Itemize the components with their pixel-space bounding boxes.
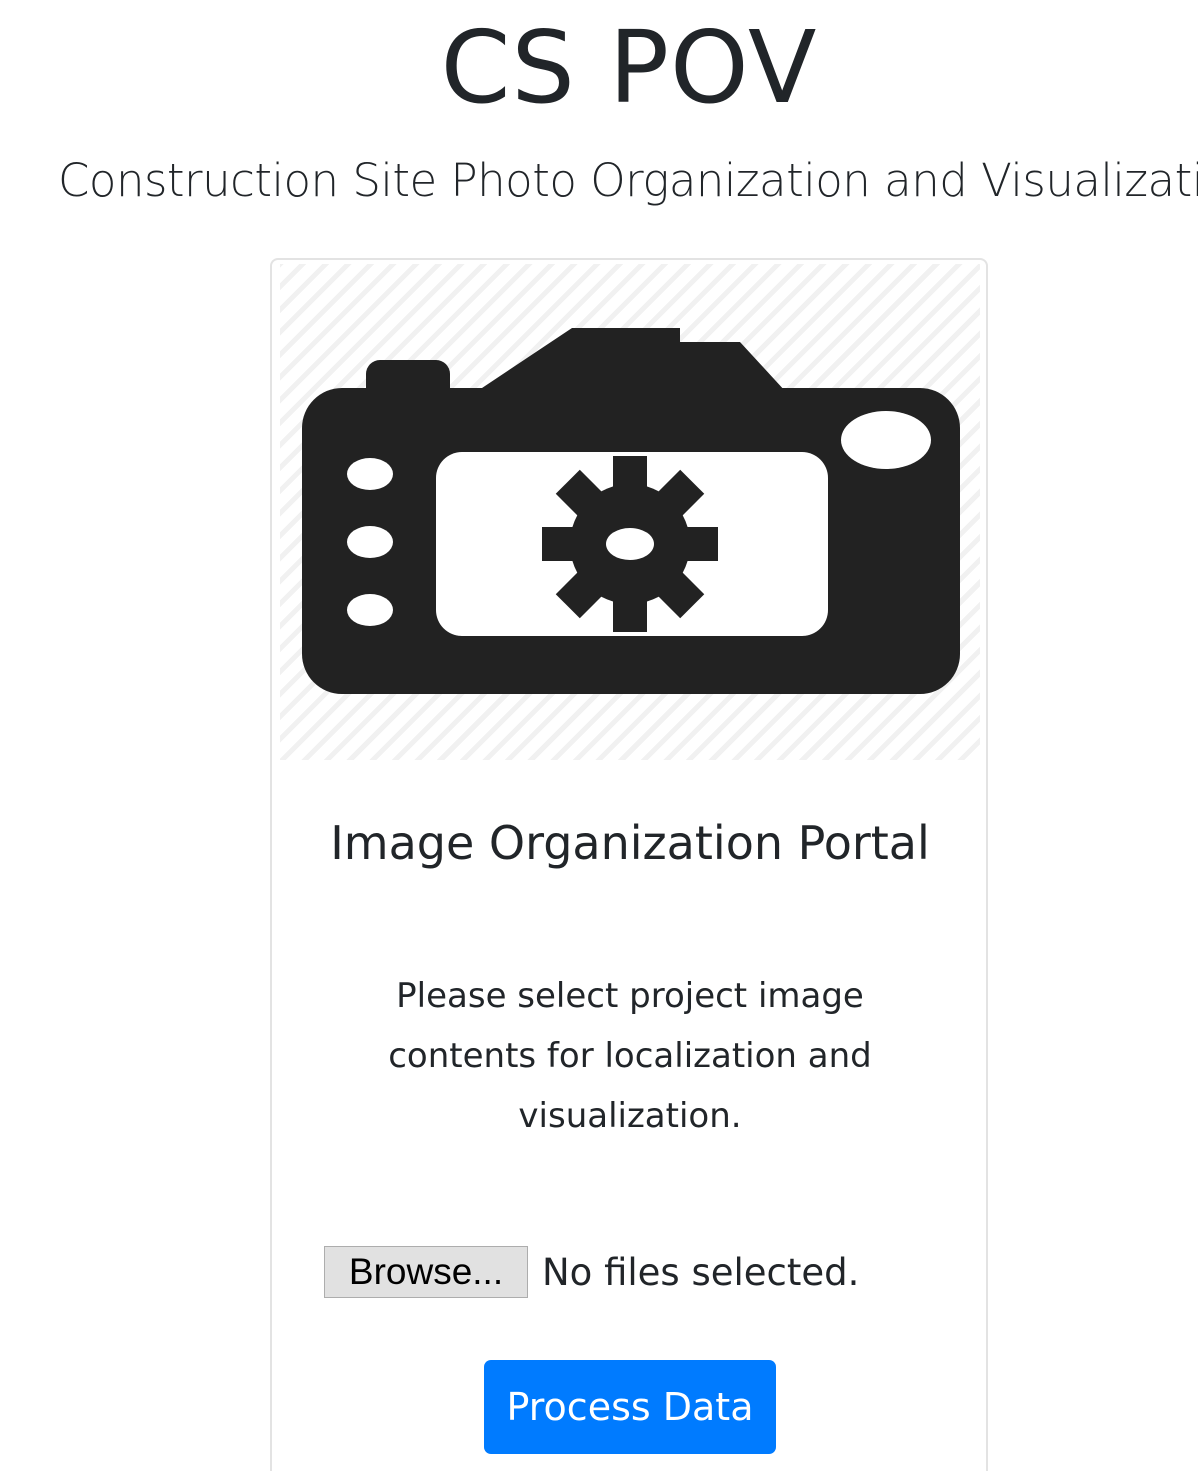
portal-card: Image Organization Portal Please select … [270,258,988,1471]
camera-gear-icon [302,328,960,694]
file-input[interactable]: Browse... No files selected. [324,1246,859,1298]
page: CS POV Construction Site Photo Organizat… [0,0,1198,1471]
browse-button[interactable]: Browse... [324,1246,528,1298]
card-image [280,264,980,760]
process-data-button[interactable]: Process Data [484,1360,776,1454]
card-title: Image Organization Portal [330,816,930,870]
page-subtitle: Construction Site Photo Organization and… [58,154,1198,207]
file-status-text: No files selected. [542,1250,860,1294]
page-title: CS POV [440,9,818,126]
card-description: Please select project image contents for… [388,976,872,1136]
